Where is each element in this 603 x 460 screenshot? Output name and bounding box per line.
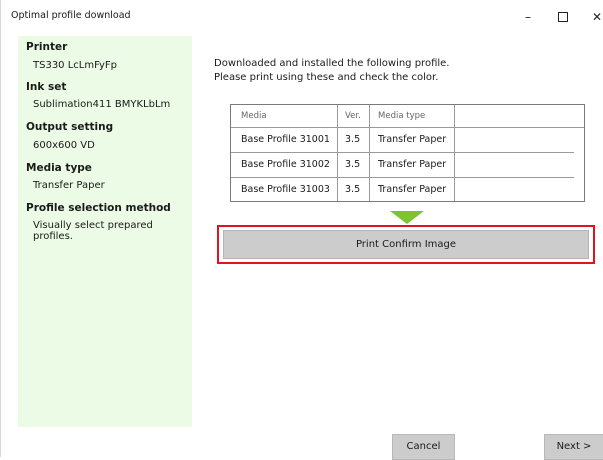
row-divider [231,127,584,128]
settings-summary-panel: Printer TS330 LcLmFyFp Ink set Sublimati… [18,36,192,427]
minimize-icon[interactable]: – [516,9,540,25]
row-divider [231,152,574,153]
output-setting-label: Output setting [26,121,114,133]
table-row-1-version: 3.5 [345,134,361,145]
column-divider [454,105,455,201]
table-row-1-media-type: Transfer Paper [378,134,447,145]
table-row-3-version: 3.5 [345,184,361,195]
output-setting-value: 600x600 VD [33,140,95,151]
printer-value: TS330 LcLmFyFp [33,60,117,71]
table-row-2-version: 3.5 [345,159,361,170]
next-button[interactable]: Next > [544,434,603,460]
cancel-button[interactable]: Cancel [392,434,455,460]
instruction-message: Downloaded and installed the following p… [214,57,449,85]
selection-method-value: Visually select prepared profiles. [33,220,153,242]
window-title: Optimal profile download [11,10,131,21]
title-bar: Optimal profile download – ✕ [1,0,603,32]
profile-table: Media Ver. Media type Base Profile 31001… [230,104,585,202]
maximize-icon[interactable] [551,9,575,25]
message-line-2: Please print using these and check the c… [214,72,439,83]
selection-method-label: Profile selection method [26,202,171,214]
table-row-3-media: Base Profile 31003 [241,184,330,195]
close-icon[interactable]: ✕ [585,9,603,25]
inkset-value: Sublimation411 BMYKLbLm [33,99,171,110]
table-row-3-media-type: Transfer Paper [378,184,447,195]
print-confirm-image-button[interactable]: Print Confirm Image [223,230,589,259]
printer-label: Printer [26,41,68,53]
column-header-media: Media [241,111,267,121]
inkset-label: Ink set [26,81,67,93]
media-type-label: Media type [26,162,92,174]
row-divider [231,177,574,178]
table-row-2-media-type: Transfer Paper [378,159,447,170]
down-arrow-icon [390,211,424,224]
column-header-media-type: Media type [378,111,426,121]
column-divider [369,105,370,201]
table-row-2-media: Base Profile 31002 [241,159,330,170]
column-header-version: Ver. [345,111,361,121]
column-divider [337,105,338,201]
profile-download-window: Optimal profile download – ✕ Printer TS3… [0,0,603,460]
table-row-1-media: Base Profile 31001 [241,134,330,145]
media-type-value: Transfer Paper [33,180,105,191]
message-line-1: Downloaded and installed the following p… [214,58,450,69]
